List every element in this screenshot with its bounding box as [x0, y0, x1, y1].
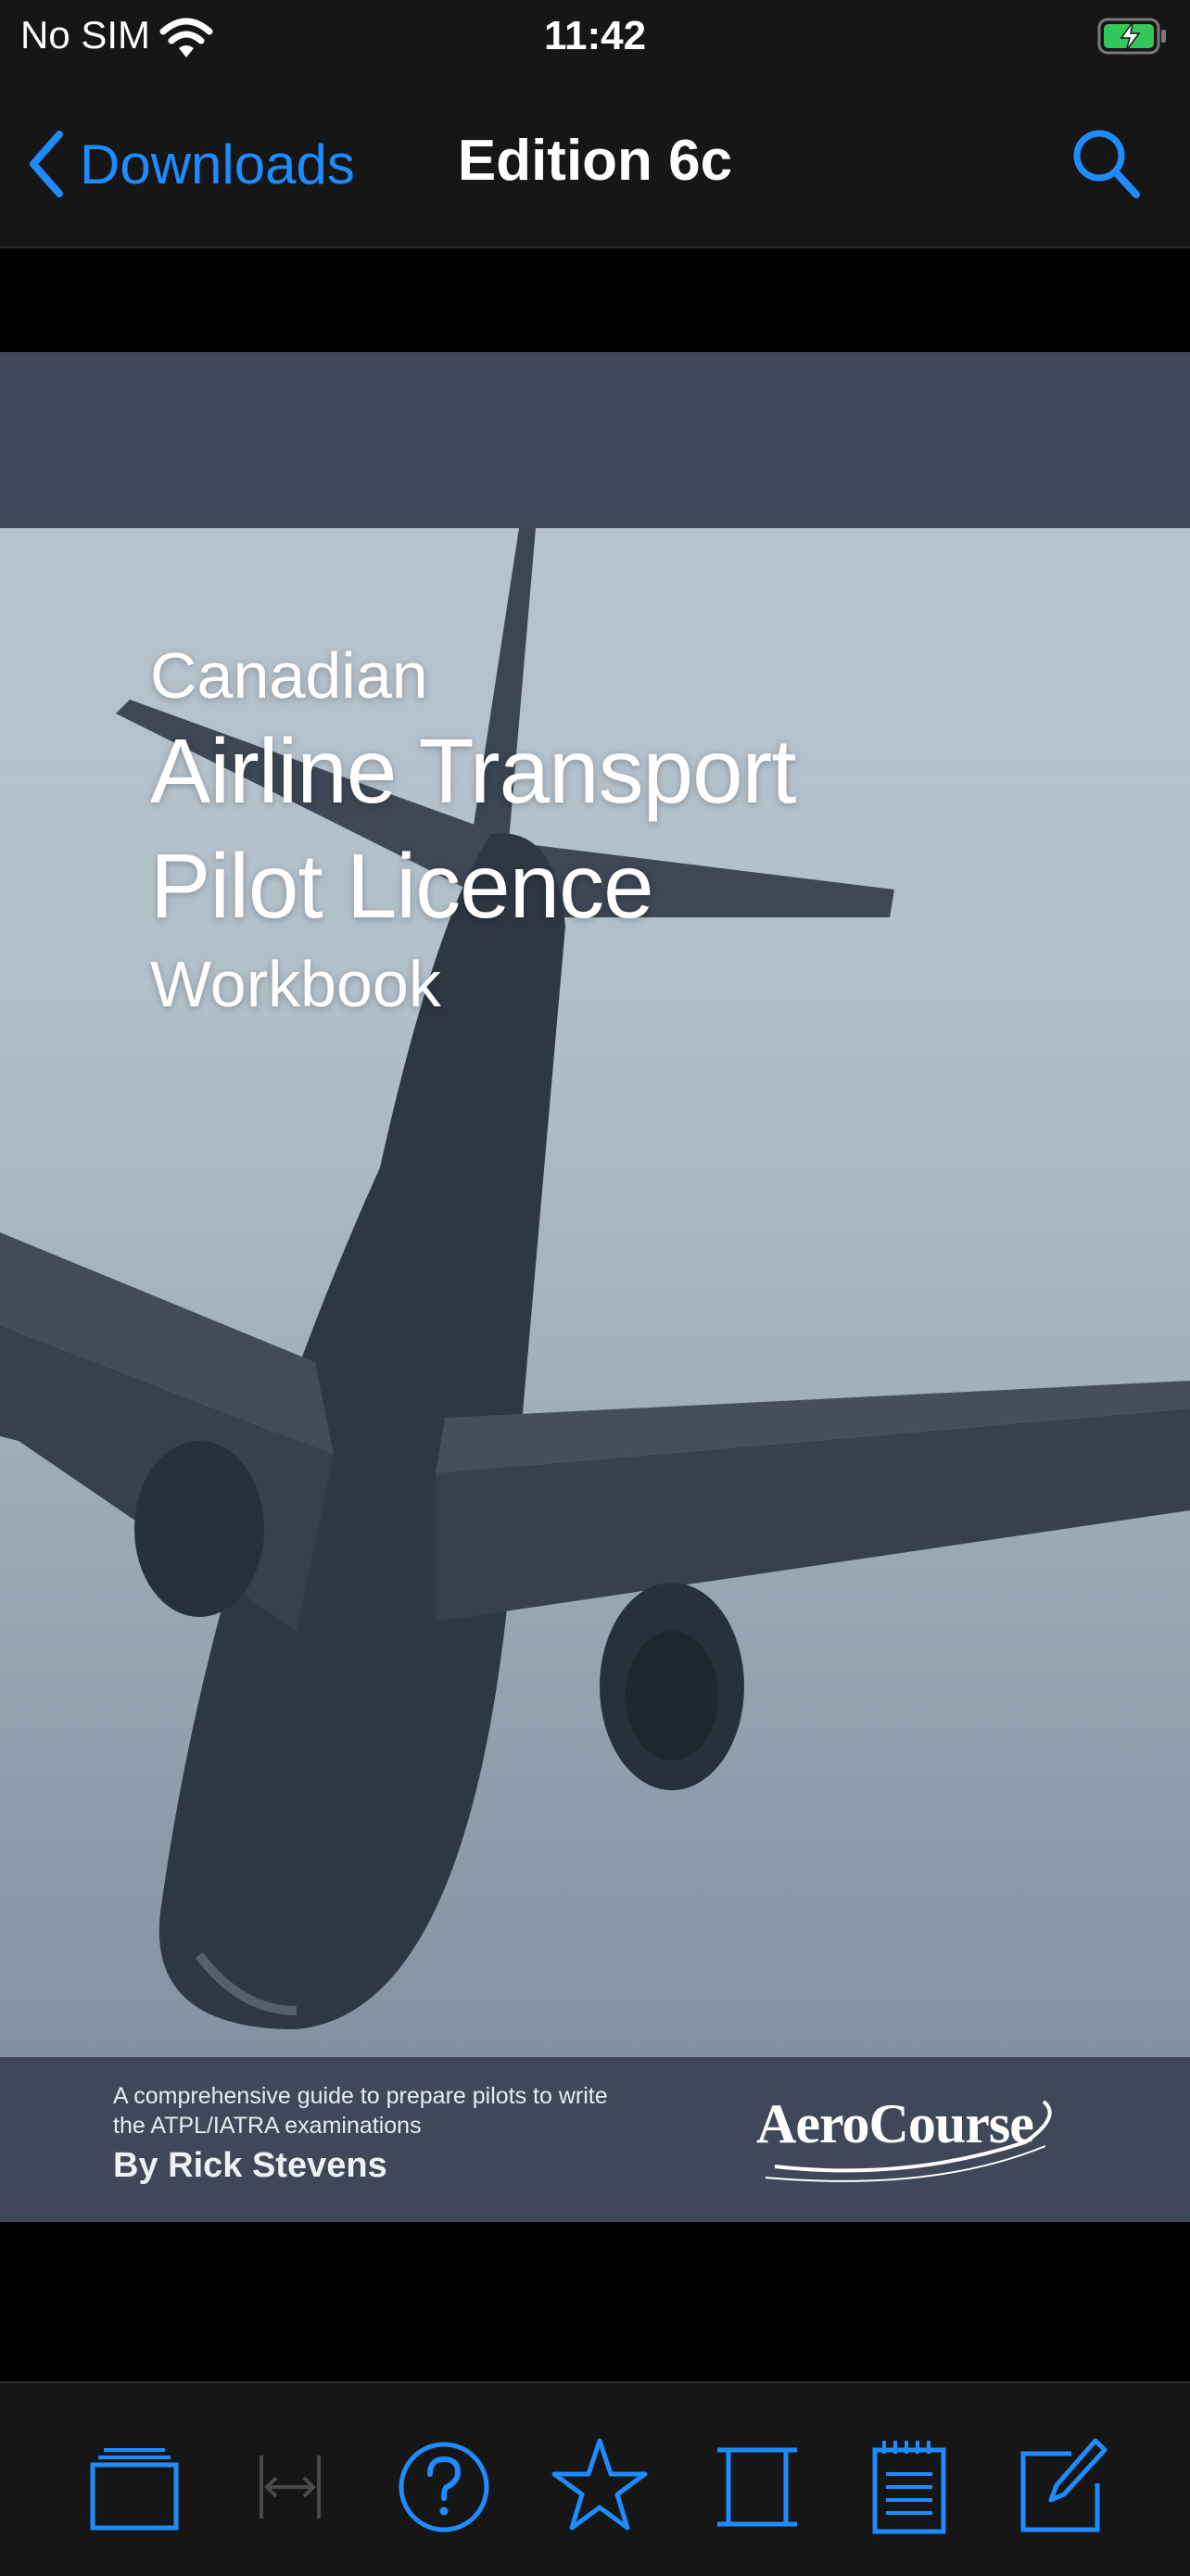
- bookmark-button[interactable]: [549, 2433, 651, 2535]
- navigation-bar: Downloads Edition 6c: [0, 83, 1190, 248]
- page-view-icon: [717, 2447, 797, 2527]
- search-icon[interactable]: [1070, 122, 1144, 206]
- document-viewer[interactable]: Canadian Airline Transport Pilot Licence…: [0, 248, 1190, 2381]
- cover-title-line2: Airline Transport: [150, 720, 797, 822]
- cover-airplane-photo: Canadian Airline Transport Pilot Licence…: [0, 528, 1190, 2057]
- cover-title-line4: Workbook: [150, 948, 441, 1020]
- library-icon: [90, 2448, 179, 2531]
- bookmark-star-icon: [551, 2438, 648, 2531]
- cover-author: By Rick Stevens: [113, 2146, 387, 2185]
- help-button[interactable]: [393, 2433, 495, 2535]
- cover-title-block: Canadian Airline Transport Pilot Licence…: [150, 638, 797, 1025]
- cover-tagline: A comprehensive guide to prepare pilots …: [113, 2083, 608, 2139]
- cover-title-line1: Canadian: [150, 639, 428, 712]
- page-title: Edition 6c: [457, 129, 733, 193]
- edit-icon: [1020, 2438, 1108, 2532]
- notes-icon: [872, 2441, 946, 2534]
- app-window: No SIM 11:42 Downloads Edition 6c Canadi…: [0, 0, 1190, 2576]
- logo-text: AeroCourse: [756, 2093, 1034, 2154]
- cover-bottom-band: A comprehensive guide to prepare pilots …: [0, 2057, 1190, 2222]
- library-button[interactable]: [83, 2433, 185, 2535]
- battery-charging-icon: [1097, 18, 1166, 55]
- aerocourse-logo: AeroCourse: [747, 2089, 1068, 2191]
- cover-top-band: [0, 352, 1190, 528]
- bottom-toolbar: [0, 2381, 1190, 2576]
- help-icon: [399, 2442, 489, 2532]
- edit-button[interactable]: [1010, 2433, 1112, 2535]
- book-cover-page: Canadian Airline Transport Pilot Licence…: [0, 352, 1190, 2222]
- status-time: 11:42: [543, 13, 647, 58]
- cover-title-line3: Pilot Licence: [150, 835, 654, 937]
- fit-width-button: [239, 2433, 341, 2535]
- fit-width-icon: [260, 2456, 321, 2519]
- status-bar: No SIM 11:42: [0, 0, 1190, 83]
- notes-button[interactable]: [858, 2433, 960, 2535]
- page-view-button[interactable]: [706, 2433, 808, 2535]
